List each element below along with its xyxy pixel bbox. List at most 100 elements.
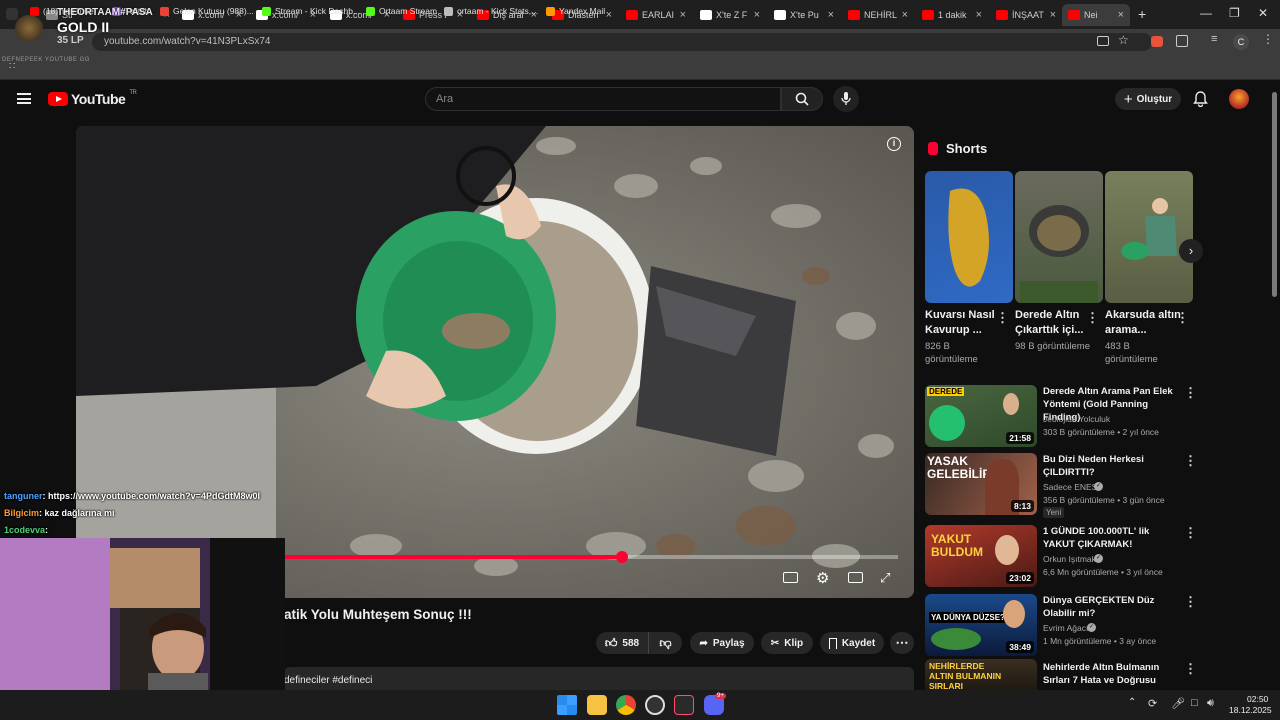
profile-avatar[interactable]: C [1233,34,1249,50]
install-app-icon[interactable] [1097,36,1109,46]
tab-close-icon[interactable]: × [754,9,760,21]
scissors-icon: ✂ [770,637,780,649]
recommendation-title[interactable]: 1 GÜNDE 100.000TL' lik YAKUT ÇIKARMAK! [1043,525,1178,551]
recommendation-channel[interactable]: Jeolojide Yolculuk [1043,414,1110,424]
tab-close-icon[interactable]: × [1118,9,1124,21]
tab-close-icon[interactable]: × [606,9,612,21]
notifications-bell-icon[interactable] [1193,91,1208,112]
recommendation-menu-icon[interactable]: ⋮ [1184,595,1197,608]
maximize-icon[interactable]: ❐ [1229,6,1240,20]
recommendation-menu-icon[interactable]: ⋮ [1184,386,1197,399]
page-scrollbar[interactable] [1272,92,1277,297]
search-button[interactable] [781,87,823,111]
tab-close-icon[interactable]: × [680,9,686,21]
bookmark-icon [828,637,837,649]
youtube-logo[interactable]: YouTube TR [48,90,137,107]
volume-icon[interactable]: 🔊︎ [1207,697,1214,710]
tray-overflow-icon[interactable]: ⌃ [1128,697,1136,708]
recommendation-channel[interactable]: Evrim Ağacı [1043,623,1088,633]
progress-scrubber[interactable] [615,551,628,563]
browser-tab[interactable]: EARLAI × [620,4,692,26]
fullscreen-icon[interactable]: ⤢ [880,570,890,586]
tab-search-icon[interactable] [6,8,18,20]
recommendation-channel[interactable]: Orkun Işıtmak [1043,554,1096,564]
network-icon[interactable]: □ [1191,697,1198,709]
browser-tab[interactable]: İNŞAAT × [990,4,1062,26]
tab-close-icon[interactable]: × [976,9,982,21]
bookmark-item[interactable]: Gelen Kutusu (988)... [160,6,254,16]
recommendation-thumbnail[interactable]: YA DÜNYA DÜZSE? 38:49 [925,594,1037,656]
dislike-button[interactable]: 👎︎ [648,632,682,654]
short-title[interactable]: Derede Altın Çıkarttık içi... [1015,308,1093,338]
tab-close-icon[interactable]: × [828,9,834,21]
create-button[interactable]: + Oluştur [1115,88,1181,110]
microphone-tray-icon[interactable]: 🎤︎ [1171,697,1185,710]
search-input[interactable]: Ara [425,87,781,111]
tab-label: EARLAI [642,10,675,20]
short-menu-icon[interactable]: ⋮ [996,311,1009,324]
video-info-icon[interactable]: i [887,137,901,151]
tab-close-icon[interactable]: × [1050,9,1056,21]
minimize-icon[interactable]: — [1200,6,1212,20]
start-menu-icon[interactable] [557,695,577,715]
shorts-next-button[interactable]: › [1179,239,1203,263]
recommendation-menu-icon[interactable]: ⋮ [1184,662,1197,675]
voice-search-button[interactable] [833,86,859,112]
browser-tab[interactable]: Nei × [1062,4,1130,26]
clock-time[interactable]: 02:50 [1247,694,1268,704]
recommendation-thumbnail[interactable]: YASAK GELEBİLİR 8:13 [925,453,1037,515]
recommendation-menu-icon[interactable]: ⋮ [1184,526,1197,539]
description-box[interactable] [284,667,914,690]
short-thumbnail[interactable] [1015,171,1103,303]
file-explorer-icon[interactable] [587,695,607,715]
sync-icon[interactable]: ⟳ [1148,697,1157,710]
save-button[interactable]: Kaydet [820,632,884,654]
short-menu-icon[interactable]: ⋮ [1176,311,1189,324]
short-menu-icon[interactable]: ⋮ [1086,311,1099,324]
reading-list-icon[interactable]: ≡ [1211,33,1217,45]
clip-button[interactable]: ✂ Klip [761,632,813,654]
extensions-puzzle-icon[interactable] [1176,35,1188,47]
recommendation-thumbnail[interactable]: YAKUT BULDUM 23:02 [925,525,1037,587]
bookmark-item[interactable]: Yandex Mail [546,6,605,16]
account-avatar[interactable] [1229,89,1249,109]
miniplayer-icon[interactable] [848,572,863,583]
new-tab-button[interactable]: + [1138,6,1146,22]
bookmark-item[interactable]: Ortaam Stream [366,6,437,16]
more-actions-button[interactable]: ⋯ [890,632,914,654]
overlay-avatar [15,15,43,41]
browser-tab[interactable]: NEHİRL × [842,4,914,26]
browser-tab[interactable]: X'te Z F × [694,4,766,26]
like-button[interactable]: 👍︎ 588 [596,632,648,654]
close-icon[interactable]: ✕ [1258,6,1268,20]
recommendation-title[interactable]: Nehirlerde Altın Bulmanın Sırları 7 Hata… [1043,661,1178,687]
chrome-icon[interactable] [616,695,636,715]
clock-date[interactable]: 18.12.2025 [1229,705,1272,715]
subtitles-icon[interactable] [783,572,798,583]
bookmark-item[interactable]: ortaam - Kick Stats,... [444,6,538,16]
short-title[interactable]: Kuvarsı Nasıl Kavurup ... [925,308,1003,338]
tab-close-icon[interactable]: × [902,9,908,21]
recommendation-thumbnail[interactable]: NEHİRLERDE ALTIN BULMANIN SIRLARI [925,659,1037,690]
obs-icon[interactable] [645,695,665,715]
recommendation-channel[interactable]: Sadece ENES [1043,482,1097,492]
recommendation-title[interactable]: Bu Dizi Neden Herkesi ÇILDIRTTI? [1043,453,1178,479]
bookmark-star-icon[interactable]: ☆ [1118,33,1129,47]
address-bar[interactable]: youtube.com/watch?v=41N3PLxSx74 [92,33,1152,51]
bookmark-item[interactable]: Stream - Kick Dashb... [262,6,360,16]
settings-gear-icon[interactable]: ⚙ [816,569,829,587]
browser-tab[interactable]: X'te Pu × [768,4,840,26]
recommendation-title[interactable]: Dünya GERÇEKTEN Düz Olabilir mi? [1043,594,1178,620]
browser-menu-icon[interactable]: ⋮ [1262,32,1274,46]
short-title[interactable]: Akarsuda altın arama... [1105,308,1183,338]
video-player[interactable]: i ⚙ ⤢ [76,126,914,598]
share-button[interactable]: ➦ Paylaş [690,632,754,654]
kick-studio-icon[interactable] [674,695,694,715]
short-thumbnail[interactable] [1105,171,1193,303]
short-thumbnail[interactable] [925,171,1013,303]
hamburger-menu-icon[interactable] [17,93,31,104]
browser-tab[interactable]: 1 dakik × [916,4,988,26]
extension-icon[interactable] [1151,36,1163,47]
recommendation-menu-icon[interactable]: ⋮ [1184,454,1197,467]
recommendation-thumbnail[interactable]: DEREDE 21:58 [925,385,1037,447]
